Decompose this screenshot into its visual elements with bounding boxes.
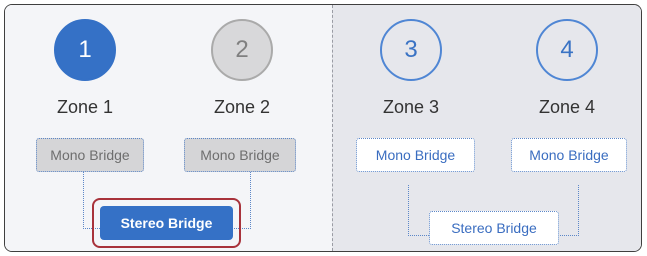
zone-1[interactable]: 1 Zone 1 xyxy=(25,19,145,118)
mono-bridge-zone-1-button[interactable]: Mono Bridge xyxy=(36,138,144,172)
zone-1-number-badge[interactable]: 1 xyxy=(54,19,116,81)
zone-4[interactable]: 4 Zone 4 xyxy=(507,19,627,118)
zone-1-label: Zone 1 xyxy=(56,97,114,117)
pane-divider xyxy=(332,5,333,251)
mono-bridge-zone-2-button[interactable]: Mono Bridge xyxy=(184,138,296,172)
mono-bridge-zone-3-button[interactable]: Mono Bridge xyxy=(356,138,475,172)
zone-3[interactable]: 3 Zone 3 xyxy=(351,19,471,118)
mono-bridge-zone-4-button[interactable]: Mono Bridge xyxy=(511,138,627,172)
zone-2-label: Zone 2 xyxy=(213,97,271,117)
zone-2[interactable]: 2 Zone 2 xyxy=(182,19,302,118)
right-bridge-connector-b xyxy=(558,185,579,236)
zone-3-number-badge[interactable]: 3 xyxy=(380,19,442,81)
zone-4-label: Zone 4 xyxy=(538,97,596,117)
right-bridge-connector-a xyxy=(408,185,431,236)
zone-3-label: Zone 3 xyxy=(382,97,440,117)
zone-2-number-badge[interactable]: 2 xyxy=(211,19,273,81)
zone-4-number-badge[interactable]: 4 xyxy=(536,19,598,81)
stereo-bridge-zones-1-2-button[interactable]: Stereo Bridge xyxy=(100,206,233,240)
bridge-configuration-panel: 1 Zone 1 2 Zone 2 3 Zone 3 4 Zone 4 Mono… xyxy=(4,4,642,252)
stereo-bridge-zones-3-4-button[interactable]: Stereo Bridge xyxy=(429,211,559,245)
